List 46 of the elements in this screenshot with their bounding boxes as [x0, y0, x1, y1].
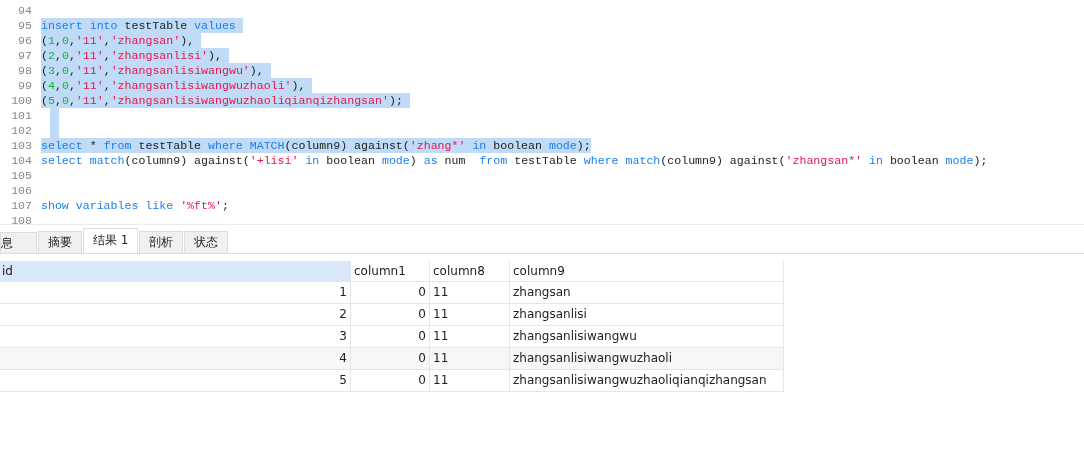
table-cell: zhangsanlisiwangwuzhaoli: [510, 348, 784, 369]
table-cell: 0: [351, 370, 430, 391]
line-number: 107: [10, 199, 32, 212]
line-number: 94: [17, 4, 32, 17]
line-number: 98: [17, 64, 32, 77]
table-cell: zhangsanlisi: [510, 304, 784, 325]
table-cell: 11: [430, 326, 510, 347]
line-number: 105: [10, 169, 32, 182]
tab[interactable]: 剖析: [139, 231, 184, 253]
table-cell: 11: [430, 304, 510, 325]
line-number: 106: [10, 184, 32, 197]
column-header[interactable]: id: [0, 261, 351, 281]
tab[interactable]: 息: [0, 232, 37, 253]
table-cell: 0: [351, 348, 430, 369]
table-cell: zhangsanlisiwangwu: [510, 326, 784, 347]
line-number: 95: [17, 19, 32, 32]
code-line: select match(column9) against('+lisi' in boolean mode) as num from testTable where match(column9) against('zhangsan*' in boolean mode);: [41, 153, 988, 168]
line-number: 104: [10, 154, 32, 167]
table-cell: 0: [351, 326, 430, 347]
table-cell: 2: [0, 304, 351, 325]
column-header[interactable]: column9: [510, 261, 784, 281]
column-header[interactable]: column8: [430, 261, 510, 281]
table-cell: zhangsan: [510, 282, 784, 303]
table-cell: 5: [0, 370, 351, 391]
table-cell: 0: [351, 304, 430, 325]
table-cell: 11: [430, 370, 510, 391]
table-cell: 3: [0, 326, 351, 347]
table-cell: 11: [430, 282, 510, 303]
line-number: 96: [17, 34, 32, 47]
table-cell: 11: [430, 348, 510, 369]
column-header[interactable]: column1: [351, 261, 430, 281]
table-cell: 0: [351, 282, 430, 303]
code-line: show variables like '%ft%';: [41, 198, 229, 213]
line-number: 103: [10, 139, 32, 152]
table-cell: 1: [0, 282, 351, 303]
tab[interactable]: 状态: [184, 231, 229, 253]
line-number: 101: [10, 109, 32, 122]
line-number: 99: [17, 79, 32, 92]
table-cell: zhangsanlisiwangwuzhaoliqianqizhangsan: [510, 370, 784, 391]
line-number: 97: [17, 49, 32, 62]
table-cell: 4: [0, 348, 351, 369]
tab[interactable]: 结果 1: [83, 228, 139, 253]
line-number: 100: [10, 94, 32, 107]
line-number: 102: [10, 124, 32, 137]
line-number: 108: [10, 214, 32, 227]
tab[interactable]: 摘要: [38, 231, 82, 253]
